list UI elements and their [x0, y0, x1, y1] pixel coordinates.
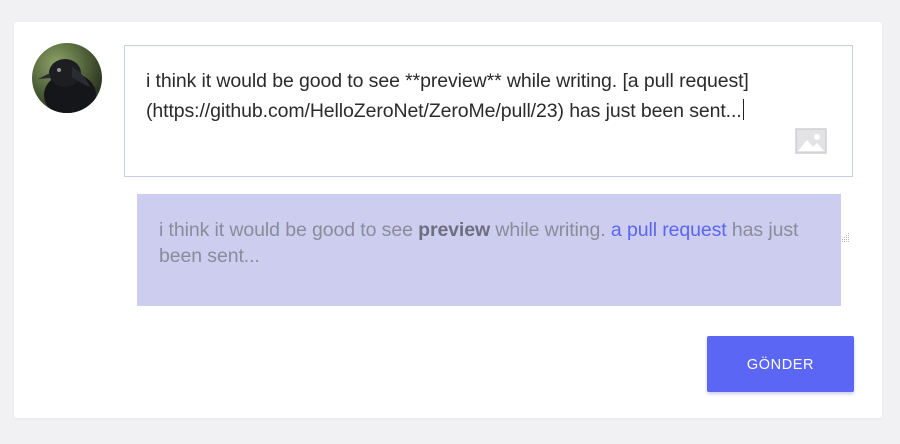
preview-bold-text: preview	[418, 219, 491, 241]
post-composer-card: i think it would be good to see **previe…	[14, 22, 882, 418]
text-caret	[742, 99, 744, 120]
avatar	[32, 43, 102, 113]
post-textarea-content: i think it would be good to see **previe…	[146, 70, 749, 122]
markdown-preview: i think it would be good to see preview …	[137, 194, 841, 306]
send-button[interactable]: GÖNDER	[707, 336, 854, 392]
post-textarea[interactable]: i think it would be good to see **previe…	[124, 45, 853, 242]
image-icon[interactable]	[795, 68, 827, 154]
preview-text: i think it would be good to see	[159, 219, 419, 241]
resize-grip-icon[interactable]	[838, 162, 850, 242]
preview-link[interactable]: a pull request	[611, 219, 727, 241]
crow-avatar-image	[38, 59, 96, 113]
preview-text: while writing.	[490, 219, 611, 241]
